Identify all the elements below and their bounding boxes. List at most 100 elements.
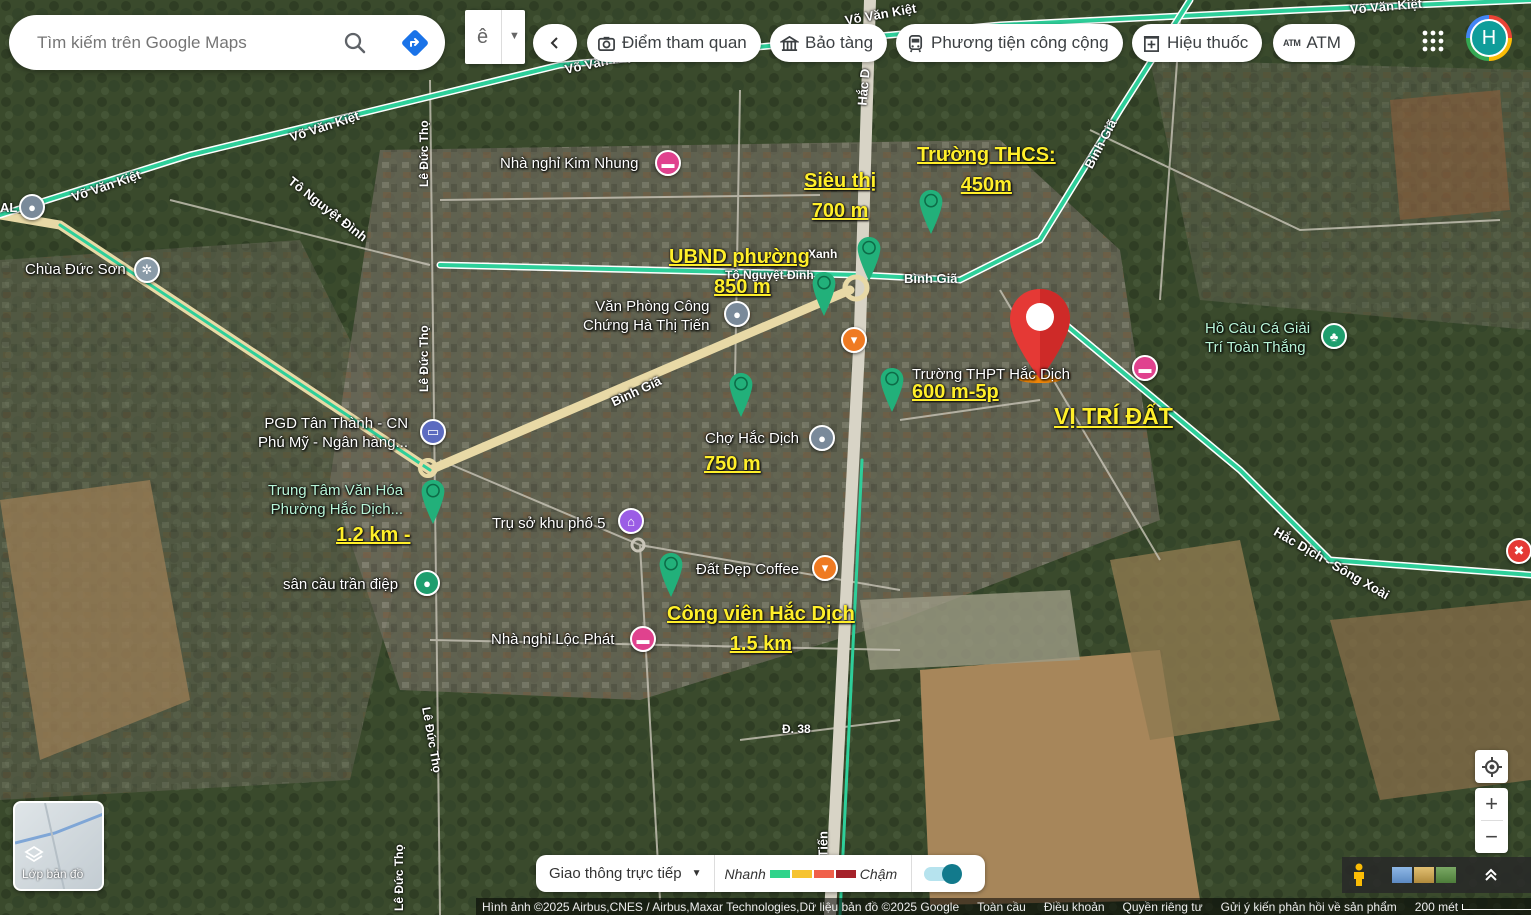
map-marker-icon[interactable] [854,237,884,281]
cafe-icon[interactable]: ▾ [841,327,867,353]
annotation-line: 450m [960,174,1012,196]
annotation-line: Trường THCS: [917,144,1056,166]
road-label: Lê Đức Thọ [392,844,406,911]
scroll-left-button[interactable] [533,24,577,62]
scale-bar[interactable]: 200 mét [1415,900,1531,914]
imagery-thumbnail[interactable] [1436,867,1456,883]
distance-annotation: Công viên Hắc Dịch 1.5 km [667,599,855,659]
sport-venue-icon[interactable]: ● [414,570,440,596]
chip-label: Bảo tàng [805,33,874,52]
restaurant-icon[interactable]: ✖ [1506,538,1531,564]
imagery-thumbnails[interactable] [1392,867,1456,883]
expand-up-icon[interactable] [1484,868,1498,882]
divider [713,855,715,892]
distance-annotation: UBND phường 850 m [669,242,810,302]
park-icon[interactable]: ♣ [1321,323,1347,349]
map-marker-icon[interactable] [418,480,448,524]
traffic-mode-select[interactable]: Giao thông trực tiếp ▼ [536,865,702,882]
chip-atm[interactable]: ATM ATM [1273,24,1355,62]
place-label[interactable]: sân cầu trần điệp [283,576,398,595]
feedback-link[interactable]: Gửi ý kiến phản hồi về sản phẩm [1221,900,1397,914]
chip-museums[interactable]: Bảo tàng [770,24,888,62]
annotation-line: Công viên Hắc Dịch [667,603,855,625]
landmark-pin-icon[interactable]: ● [19,194,45,220]
market-pin-icon[interactable]: ● [809,425,835,451]
scale-label: 200 mét [1414,899,1459,914]
place-label[interactable]: Chùa Đức Sơn [25,261,126,280]
place-label[interactable]: Trung Tâm Văn Hóa Phường Hắc Dịch... [268,482,403,520]
my-location-icon [1481,756,1502,777]
road-label: AL [0,200,18,215]
place-label[interactable]: Nhà nghỉ Lộc Phát [491,631,614,650]
place-label-line: Trung Tâm Văn Hóa [268,482,404,499]
account-avatar[interactable]: H [1466,15,1512,61]
place-label-line: Phường Hắc Dịch... [270,500,404,518]
road-label: Hắc D [854,68,873,107]
place-label[interactable]: Chợ Hắc Dịch [705,430,799,449]
search-input[interactable] [37,32,337,53]
zoom-in-button[interactable]: + [1475,788,1508,820]
hotel-icon[interactable]: ▬ [655,150,681,176]
apps-grid-icon[interactable] [1422,30,1444,52]
annotation-line: 1.5 km [729,633,793,655]
divider [501,10,502,64]
office-pin-icon[interactable]: ● [724,301,750,327]
terms-link[interactable]: Điều khoản [1044,900,1105,914]
cafe-icon[interactable]: ▾ [812,555,838,581]
directions-icon[interactable] [401,29,429,57]
divider [911,855,913,892]
place-label[interactable]: Văn Phòng Công Chứng Hà Thị Tiến [583,298,710,336]
map-marker-icon[interactable] [877,368,907,412]
pharmacy-icon [1143,35,1160,52]
traffic-toggle[interactable] [924,863,963,884]
place-label-line: Phú Mỹ - Ngân hàng... [258,433,409,451]
place-label[interactable]: Hồ Câu Cá Giải Trí Toàn Thắng [1205,320,1310,358]
my-location-button[interactable] [1475,750,1508,783]
satellite-map[interactable] [0,0,1531,915]
imagery-thumbnail[interactable] [1414,867,1434,883]
place-label-line: Hồ Câu Cá Giải [1205,320,1311,337]
road-label: Lê Đức Thọ [417,325,431,392]
chip-attractions[interactable]: Điểm tham quan [587,24,761,62]
traffic-legend-swatch [813,869,834,878]
map-marker-icon[interactable] [809,272,839,316]
distance-annotation: 600 m-5p [912,381,999,403]
traffic-fast-label: Nhanh [724,865,766,882]
hotel-icon[interactable]: ▬ [630,626,656,652]
chip-pharmacy[interactable]: Hiệu thuốc [1132,24,1263,62]
government-icon[interactable]: ⌂ [618,508,644,534]
land-location-annotation: VỊ TRÍ ĐẤT [1054,403,1173,429]
search-icon[interactable] [343,31,367,55]
chip-transit[interactable]: Phương tiện công cộng [896,24,1123,62]
place-label[interactable]: Đất Đẹp Coffee [696,561,799,580]
traffic-bar: Giao thông trực tiếp ▼ Nhanh Chậm [536,855,985,892]
layers-button[interactable]: Lớp bản đồ [13,801,104,891]
country-link[interactable]: Toàn cầu [977,900,1026,914]
traffic-legend-swatch [835,869,856,878]
hotel-icon[interactable]: ▬ [1132,355,1158,381]
layers-label: Lớp bản đồ [22,867,84,881]
place-label-line: Trí Toàn Thắng [1205,338,1306,356]
pegman-icon[interactable] [1352,863,1366,887]
avatar-letter: H [1470,19,1508,57]
traffic-legend-swatch [769,869,790,878]
map-footer: Hình ảnh ©2025 Airbus,CNES / Airbus,Maxa… [476,898,1531,915]
annotation-line: 700 m [811,200,869,222]
map-marker-icon[interactable] [726,373,756,417]
chevron-down-icon: ▼ [509,30,520,42]
imagery-thumbnail[interactable] [1392,867,1412,883]
temple-icon[interactable]: ✲ [134,257,160,283]
map-marker-icon[interactable] [656,553,686,597]
privacy-link[interactable]: Quyền riêng tư [1123,900,1203,914]
road-label: Lê Đức Thọ [417,120,431,187]
annotation-line: Siêu thị [804,170,877,192]
place-label[interactable]: PGD Tân Thành - CN Phú Mỹ - Ngân hàng... [258,415,408,453]
zoom-out-button[interactable]: − [1475,821,1508,853]
road-label: Xanh [808,247,838,261]
bank-icon[interactable]: ▭ [420,419,446,445]
traffic-mode-label: Giao thông trực tiếp [549,865,682,882]
place-label[interactable]: Trụ sở khu phố 5 [492,515,606,534]
layer-dropdown-button[interactable]: ê ▼ [465,10,525,64]
toggle-knob [942,863,963,884]
place-label[interactable]: Nhà nghỉ Kim Nhung [500,155,638,174]
